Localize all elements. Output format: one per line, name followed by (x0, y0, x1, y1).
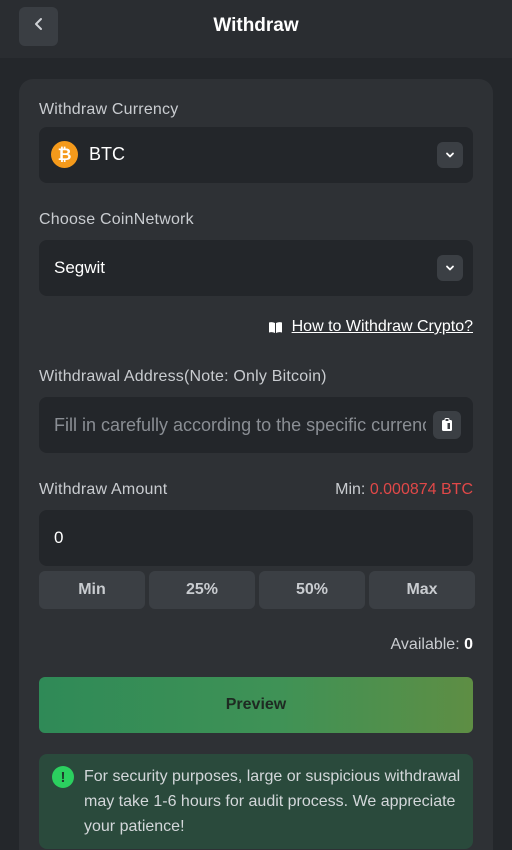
how-to-withdraw-link[interactable]: How to Withdraw Crypto? (268, 318, 473, 336)
min-prefix: Min: (335, 481, 366, 498)
book-icon (268, 321, 283, 334)
amount-label: Withdraw Amount (39, 481, 168, 498)
amount-value: 0 (54, 528, 64, 547)
min-value: 0.000874 BTC (369, 481, 473, 498)
preview-button[interactable]: Preview (39, 677, 473, 733)
available-label: Available: (390, 636, 460, 653)
chevron-down-icon[interactable] (437, 142, 463, 168)
available-balance: Available: 0 (391, 636, 473, 654)
chevron-down-icon[interactable] (437, 255, 463, 281)
page-title: Withdraw (213, 15, 299, 36)
50-percent-button[interactable]: 50% (259, 571, 365, 609)
security-notice: ! For security purposes, large or suspic… (39, 754, 473, 849)
clipboard-icon[interactable] (433, 411, 461, 439)
exclamation-icon: ! (52, 766, 74, 788)
min-withdraw-info: Min: 0.000874 BTC (335, 481, 473, 499)
currency-select[interactable]: ₿ BTC (39, 127, 473, 183)
network-label: Choose CoinNetwork (39, 211, 194, 228)
currency-value: BTC (89, 144, 125, 164)
address-placeholder: Fill in carefully according to the speci… (54, 415, 426, 435)
amount-input[interactable]: 0 (39, 510, 473, 566)
how-to-withdraw-label: How to Withdraw Crypto? (291, 318, 473, 335)
available-value: 0 (464, 636, 473, 653)
min-button[interactable]: Min (39, 571, 145, 609)
25-percent-button[interactable]: 25% (149, 571, 255, 609)
bitcoin-icon: ₿ (51, 141, 78, 168)
network-value: Segwit (54, 258, 106, 277)
security-notice-text: For security purposes, large or suspicio… (84, 768, 461, 835)
currency-label: Withdraw Currency (39, 101, 179, 118)
network-select[interactable]: Segwit (39, 240, 473, 296)
address-input[interactable]: Fill in carefully according to the speci… (39, 397, 473, 453)
header-bar: Withdraw (0, 0, 512, 58)
withdraw-form-card: Withdraw Currency ₿ BTC Choose CoinNetwo… (19, 79, 493, 850)
address-label: Withdrawal Address(Note: Only Bitcoin) (39, 368, 327, 385)
max-button[interactable]: Max (369, 571, 475, 609)
